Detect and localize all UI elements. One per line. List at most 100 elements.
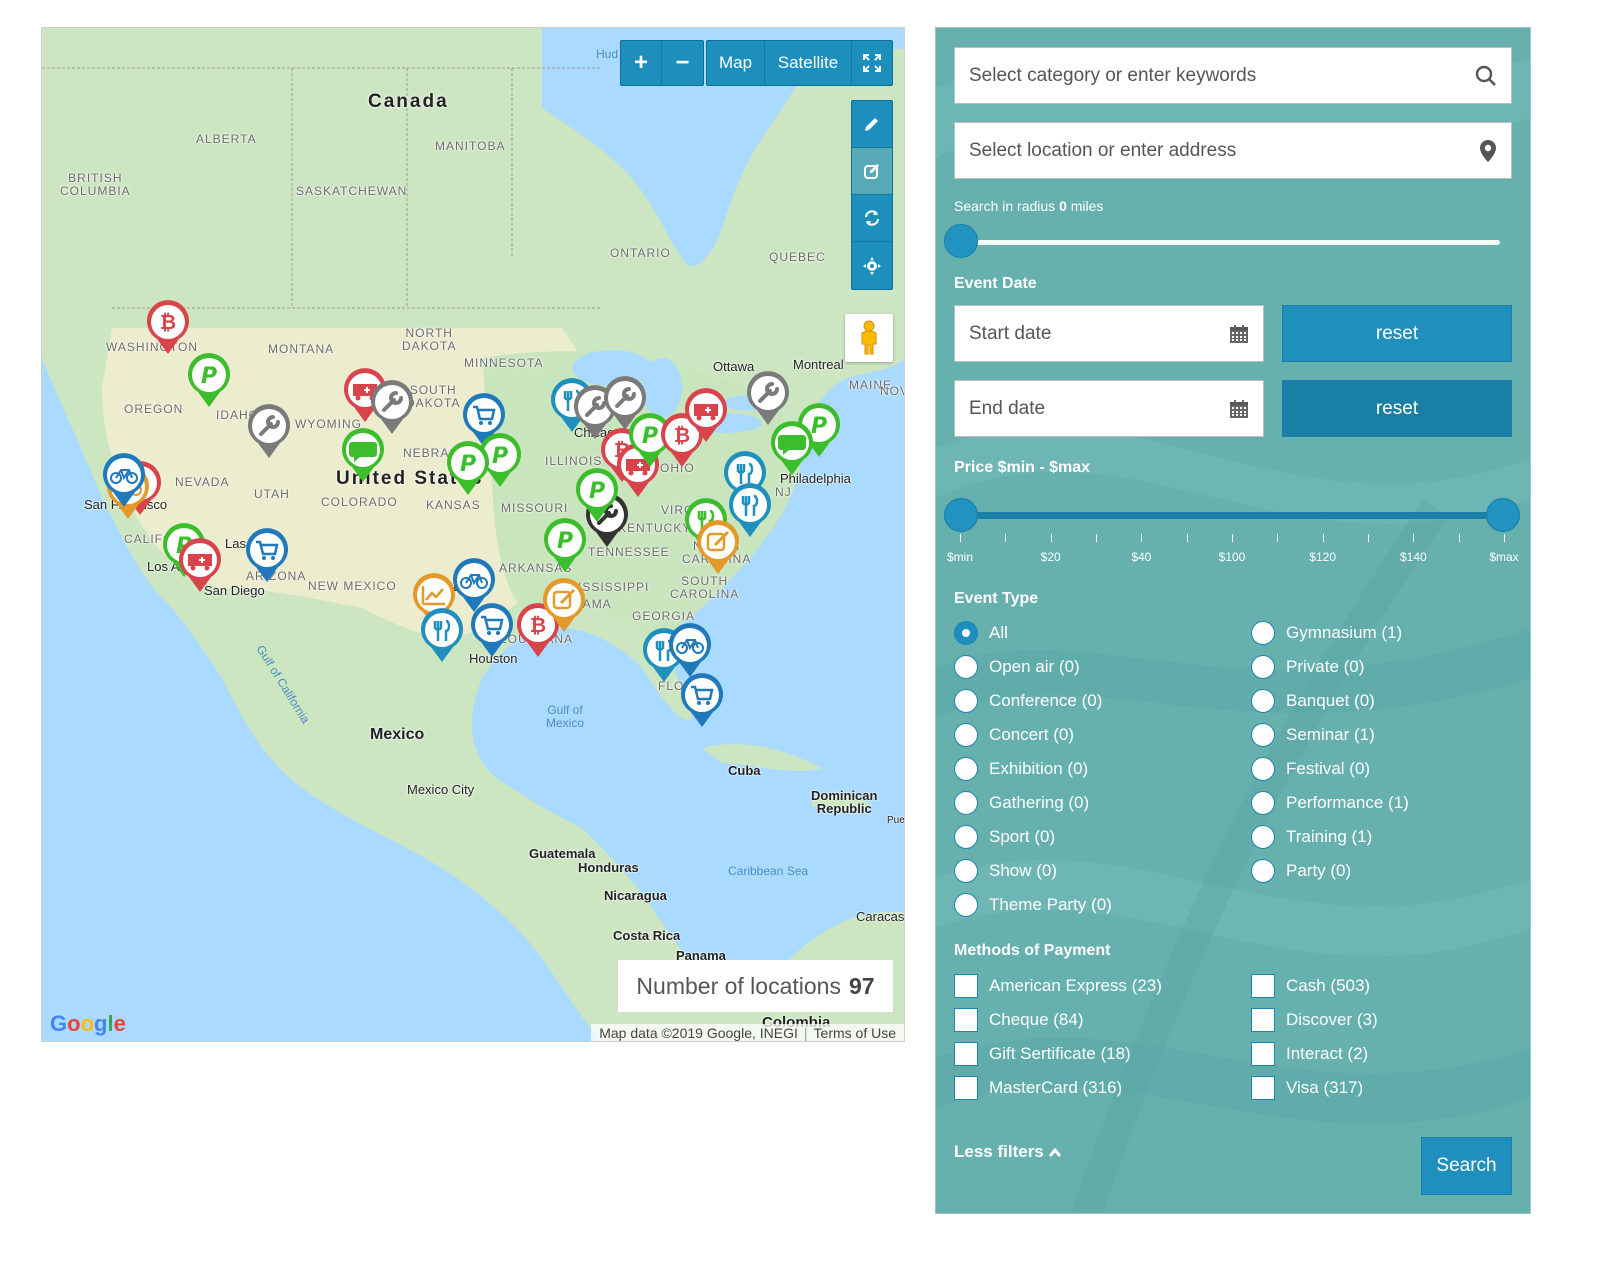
map-marker-bike[interactable] xyxy=(101,452,147,508)
checkbox[interactable] xyxy=(1251,1008,1275,1032)
checkbox[interactable] xyxy=(954,1042,978,1066)
radio-unchecked[interactable] xyxy=(1251,655,1275,679)
less-filters-toggle[interactable]: Less filters xyxy=(954,1142,1061,1162)
map-marker-bike[interactable] xyxy=(667,622,713,678)
event-type-option[interactable]: All xyxy=(954,621,1008,645)
end-date-input[interactable]: End date xyxy=(954,380,1264,437)
event-type-option[interactable]: Exhibition (0) xyxy=(954,757,1088,781)
map-marker-edit[interactable] xyxy=(541,577,587,633)
event-type-option[interactable]: Show (0) xyxy=(954,859,1057,883)
search-button[interactable]: Search xyxy=(1421,1137,1512,1195)
draw-button[interactable] xyxy=(852,101,892,148)
payment-option[interactable]: Cheque (84) xyxy=(954,1008,1084,1032)
map-marker-wrench[interactable] xyxy=(745,370,791,426)
event-type-option[interactable]: Theme Party (0) xyxy=(954,893,1112,917)
map-type-satellite-button[interactable]: Satellite xyxy=(765,41,852,85)
event-type-option[interactable]: Concert (0) xyxy=(954,723,1074,747)
radio-unchecked[interactable] xyxy=(1251,757,1275,781)
map-view[interactable]: Canada ALBERTA MANITOBA BRITISH COLUMBIA… xyxy=(41,27,905,1042)
map-marker-chat[interactable] xyxy=(769,420,815,476)
map-marker-cart[interactable] xyxy=(679,672,725,728)
google-logo[interactable]: Google xyxy=(50,1011,126,1037)
map-marker-ambulance[interactable] xyxy=(177,537,223,593)
radio-unchecked[interactable] xyxy=(954,859,978,883)
event-type-option[interactable]: Seminar (1) xyxy=(1251,723,1375,747)
reset-start-date-button[interactable]: reset xyxy=(1282,305,1512,362)
keywords-input[interactable]: Select category or enter keywords xyxy=(954,47,1512,104)
zoom-in-button[interactable]: + xyxy=(621,41,662,85)
radio-unchecked[interactable] xyxy=(954,825,978,849)
radio-unchecked[interactable] xyxy=(954,791,978,815)
fullscreen-button[interactable] xyxy=(852,41,892,85)
map-type-map-button[interactable]: Map xyxy=(707,41,765,85)
event-type-option[interactable]: Performance (1) xyxy=(1251,791,1409,815)
checkbox[interactable] xyxy=(954,974,978,998)
reset-shape-button[interactable] xyxy=(852,195,892,242)
map-pin-icon[interactable] xyxy=(1479,139,1497,163)
payment-option[interactable]: MasterCard (316) xyxy=(954,1076,1122,1100)
event-type-option[interactable]: Gathering (0) xyxy=(954,791,1089,815)
map-marker-wrench[interactable] xyxy=(246,403,292,459)
locate-button[interactable] xyxy=(852,242,892,289)
map-marker-chat[interactable] xyxy=(340,427,386,483)
radius-slider-track[interactable] xyxy=(976,240,1500,245)
calendar-icon[interactable] xyxy=(1229,324,1249,344)
radio-unchecked[interactable] xyxy=(1251,791,1275,815)
payment-option[interactable]: Visa (317) xyxy=(1251,1076,1363,1100)
payment-option[interactable]: Interact (2) xyxy=(1251,1042,1368,1066)
locations-count-label: Number of locations xyxy=(636,972,841,999)
radius-slider-handle[interactable] xyxy=(944,224,978,258)
map-marker-cart[interactable] xyxy=(244,527,290,583)
payment-option[interactable]: American Express (23) xyxy=(954,974,1162,998)
map-marker-paypal[interactable]: P xyxy=(445,440,491,496)
radio-unchecked[interactable] xyxy=(1251,859,1275,883)
svg-text:P: P xyxy=(201,364,217,389)
radio-checked[interactable] xyxy=(954,621,978,645)
location-input[interactable]: Select location or enter address xyxy=(954,122,1512,179)
start-date-input[interactable]: Start date xyxy=(954,305,1264,362)
price-max-handle[interactable] xyxy=(1486,498,1520,532)
radio-unchecked[interactable] xyxy=(954,893,978,917)
radio-unchecked[interactable] xyxy=(954,689,978,713)
radio-unchecked[interactable] xyxy=(954,723,978,747)
checkbox[interactable] xyxy=(1251,1042,1275,1066)
map-marker-paypal[interactable]: P xyxy=(186,352,232,408)
event-type-option[interactable]: Banquet (0) xyxy=(1251,689,1375,713)
map-marker-ambulance[interactable] xyxy=(683,387,729,443)
payment-option[interactable]: Gift Sertificate (18) xyxy=(954,1042,1131,1066)
map-marker-fork[interactable] xyxy=(419,607,465,663)
event-type-option[interactable]: Sport (0) xyxy=(954,825,1055,849)
checkbox[interactable] xyxy=(1251,974,1275,998)
map-marker-cart[interactable] xyxy=(469,602,515,658)
checkbox[interactable] xyxy=(954,1076,978,1100)
edit-shape-button[interactable] xyxy=(852,148,892,195)
payment-option[interactable]: Discover (3) xyxy=(1251,1008,1378,1032)
calendar-icon[interactable] xyxy=(1229,399,1249,419)
map-marker-edit[interactable] xyxy=(695,519,741,575)
event-type-option[interactable]: Gymnasium (1) xyxy=(1251,621,1402,645)
street-view-pegman[interactable] xyxy=(845,314,893,362)
radio-unchecked[interactable] xyxy=(1251,723,1275,747)
terms-of-use-link[interactable]: Terms of Use xyxy=(814,1025,896,1041)
zoom-out-button[interactable]: − xyxy=(662,41,703,85)
map-marker-bitcoin[interactable]: ₿ xyxy=(145,299,191,355)
payment-option[interactable]: Cash (503) xyxy=(1251,974,1370,998)
map-marker-paypal[interactable]: P xyxy=(542,517,588,573)
search-icon[interactable] xyxy=(1475,65,1497,87)
event-type-option[interactable]: Conference (0) xyxy=(954,689,1102,713)
event-type-option[interactable]: Open air (0) xyxy=(954,655,1080,679)
price-min-handle[interactable] xyxy=(944,498,978,532)
event-type-option[interactable]: Training (1) xyxy=(1251,825,1372,849)
radio-unchecked[interactable] xyxy=(1251,825,1275,849)
event-type-option[interactable]: Festival (0) xyxy=(1251,757,1370,781)
price-slider-track[interactable] xyxy=(976,512,1504,519)
checkbox[interactable] xyxy=(954,1008,978,1032)
checkbox[interactable] xyxy=(1251,1076,1275,1100)
reset-end-date-button[interactable]: reset xyxy=(1282,380,1512,437)
radio-unchecked[interactable] xyxy=(954,655,978,679)
radio-unchecked[interactable] xyxy=(954,757,978,781)
radio-unchecked[interactable] xyxy=(1251,621,1275,645)
event-type-option[interactable]: Private (0) xyxy=(1251,655,1364,679)
event-type-option[interactable]: Party (0) xyxy=(1251,859,1351,883)
radio-unchecked[interactable] xyxy=(1251,689,1275,713)
